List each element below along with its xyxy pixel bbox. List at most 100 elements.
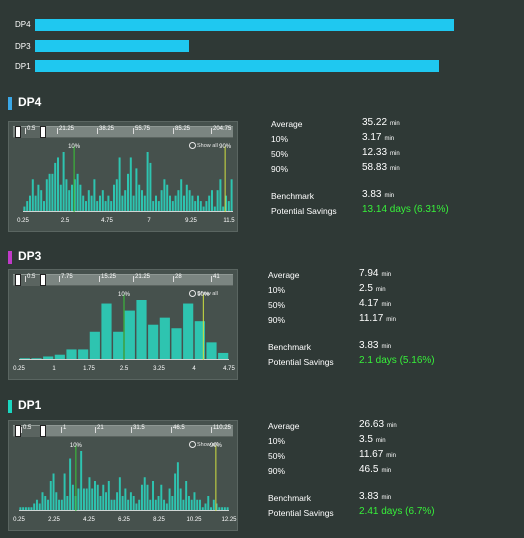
histogram-bar[interactable] <box>90 195 93 212</box>
histogram-bar[interactable] <box>171 496 174 511</box>
histogram-bar[interactable] <box>29 195 31 212</box>
histogram-bar[interactable] <box>121 195 124 212</box>
histogram-bar[interactable] <box>152 481 154 511</box>
histogram-bar[interactable] <box>207 496 210 511</box>
histogram-bar[interactable] <box>26 201 29 212</box>
histogram-bar[interactable] <box>146 484 149 511</box>
histogram-bar[interactable] <box>152 201 155 212</box>
histogram-bar[interactable] <box>208 195 211 212</box>
histogram-bar[interactable] <box>79 184 82 212</box>
histogram-bar[interactable] <box>188 190 191 212</box>
histogram-bar[interactable] <box>124 488 127 512</box>
histogram-bar[interactable] <box>199 499 201 511</box>
histogram-bar[interactable] <box>166 184 169 212</box>
histogram-bar[interactable] <box>54 162 57 212</box>
histogram-bar[interactable] <box>154 499 157 511</box>
histogram-bar[interactable] <box>124 190 127 212</box>
histogram-bar[interactable] <box>143 195 146 212</box>
histogram-bar[interactable] <box>116 492 119 511</box>
histogram-bar[interactable] <box>216 190 219 212</box>
histogram-bar[interactable] <box>196 499 199 511</box>
histogram-bar[interactable] <box>38 503 41 512</box>
range-handle-right[interactable] <box>40 274 46 286</box>
histogram-bar[interactable] <box>177 190 180 212</box>
histogram-bar[interactable] <box>99 496 102 511</box>
histogram-bar[interactable] <box>107 195 110 212</box>
histogram-bar[interactable] <box>60 499 63 511</box>
range-handle-right[interactable] <box>40 126 46 138</box>
histogram-bar[interactable] <box>190 499 193 511</box>
histogram-bar[interactable] <box>31 179 34 212</box>
histogram-bar[interactable] <box>82 488 85 512</box>
histogram-bar[interactable] <box>135 168 138 212</box>
range-slider[interactable]: 0.5 7.75 15.25 21.25 28 41 <box>13 274 233 286</box>
histogram-bar[interactable] <box>94 481 96 511</box>
histogram-bar[interactable] <box>185 184 188 212</box>
histogram-bar[interactable] <box>176 462 179 511</box>
histogram-bar[interactable] <box>55 492 58 511</box>
histogram-bar[interactable] <box>141 190 143 212</box>
histogram-bar[interactable] <box>113 184 115 212</box>
histogram-bar[interactable] <box>132 496 135 511</box>
histogram-bar[interactable] <box>71 484 74 511</box>
summary-bar-dp4[interactable] <box>35 19 454 31</box>
histogram-bar[interactable] <box>129 492 132 511</box>
histogram-bar[interactable] <box>163 499 166 511</box>
summary-bar-dp1[interactable] <box>35 60 439 72</box>
histogram-bar[interactable] <box>93 179 96 212</box>
histogram-bar[interactable] <box>57 157 59 212</box>
histogram-bar[interactable] <box>69 458 72 512</box>
histogram-bar[interactable] <box>138 184 141 212</box>
histogram-bar[interactable] <box>135 503 138 512</box>
histogram-bar[interactable] <box>187 496 190 511</box>
histogram-bar[interactable] <box>138 499 141 511</box>
histogram-bar[interactable] <box>45 179 48 212</box>
histogram-bar[interactable] <box>148 324 159 360</box>
histogram-bar[interactable] <box>87 190 90 212</box>
histogram-bar[interactable] <box>118 477 121 511</box>
histogram-bar[interactable] <box>35 499 38 511</box>
histogram-bar[interactable] <box>140 484 143 511</box>
histogram-bar[interactable] <box>179 488 182 512</box>
histogram-bar[interactable] <box>59 184 62 212</box>
histogram-bar[interactable] <box>227 201 230 212</box>
histogram-bar[interactable] <box>206 342 217 360</box>
histogram-bar[interactable] <box>193 492 196 511</box>
histogram-bar[interactable] <box>197 195 199 212</box>
range-handle-right[interactable] <box>40 425 46 437</box>
histogram-bar[interactable] <box>104 201 107 212</box>
histogram-bar[interactable] <box>169 195 171 212</box>
histogram-bar[interactable] <box>218 352 229 360</box>
histogram-bar[interactable] <box>88 477 91 511</box>
histogram-bar[interactable] <box>191 195 194 212</box>
histogram-bar[interactable] <box>219 179 222 212</box>
histogram-bar[interactable] <box>124 310 135 360</box>
histogram-bar[interactable] <box>71 184 73 212</box>
histogram-bar[interactable] <box>146 152 149 212</box>
histogram-bar[interactable] <box>157 496 160 511</box>
histogram-bar[interactable] <box>41 492 44 511</box>
histogram-bar[interactable] <box>199 201 202 212</box>
histogram-bar[interactable] <box>96 201 99 212</box>
histogram-bar[interactable] <box>143 477 146 511</box>
range-slider[interactable]: 0.5 1 21 31.5 46.5 110.25 <box>13 425 233 437</box>
histogram-bar[interactable] <box>37 184 40 212</box>
histogram-bar[interactable] <box>96 484 99 511</box>
histogram-bar[interactable] <box>48 173 51 212</box>
histogram-bar[interactable] <box>102 484 105 511</box>
histogram-bar[interactable] <box>101 303 112 360</box>
histogram-bar[interactable] <box>182 499 185 511</box>
histogram-bar[interactable] <box>205 201 208 212</box>
histogram-bar[interactable] <box>118 157 121 212</box>
histogram-bar[interactable] <box>62 152 65 212</box>
histogram-bar[interactable] <box>47 499 49 511</box>
histogram-bar[interactable] <box>149 162 152 212</box>
histogram-bar[interactable] <box>52 473 55 512</box>
histogram-bar[interactable] <box>171 201 174 212</box>
histogram-bar[interactable] <box>107 481 110 511</box>
histogram-bar[interactable] <box>91 488 94 512</box>
histogram-bar[interactable] <box>204 503 207 512</box>
histogram-bar[interactable] <box>180 179 183 212</box>
histogram-bar[interactable] <box>63 473 66 512</box>
range-slider[interactable]: 0.5 21.25 38.25 55.75 85.25 204.75 <box>13 126 233 138</box>
